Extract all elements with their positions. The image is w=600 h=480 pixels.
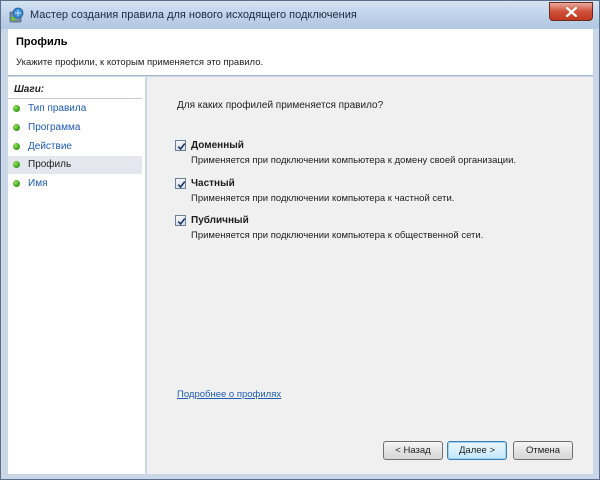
page-subtitle: Укажите профили, к которым применяется э…	[16, 57, 264, 68]
green-dot-icon	[13, 161, 20, 168]
sidebar-item-label: Программа	[28, 122, 81, 133]
domain-description: Применяется при подключении компьютера к…	[191, 155, 517, 166]
next-button[interactable]: Далее >	[447, 441, 507, 460]
close-button[interactable]	[549, 2, 593, 21]
learn-more-profiles-link[interactable]: Подробнее о профилях	[177, 389, 281, 400]
option-public: Публичный Применяется при подключении ко…	[175, 215, 575, 245]
sidebar-item-action[interactable]: Действие	[8, 138, 142, 156]
checkmark-icon	[177, 181, 186, 189]
checkmark-icon	[177, 143, 186, 151]
green-dot-icon	[13, 180, 20, 187]
page-header: Профиль Укажите профили, к которым приме…	[8, 29, 593, 76]
domain-checkbox[interactable]	[175, 140, 186, 151]
sidebar-item-program[interactable]: Программа	[8, 119, 142, 137]
option-domain: Доменный Применяется при подключении ком…	[175, 140, 575, 170]
main-panel: Для каких профилей применяется правило? …	[147, 77, 593, 474]
wizard-window: Мастер создания правила для нового исход…	[0, 0, 600, 480]
sidebar-item-label: Действие	[28, 141, 72, 152]
window-frame-right	[593, 29, 599, 479]
checkmark-icon	[177, 218, 186, 226]
private-checkbox[interactable]	[175, 178, 186, 189]
window-title: Мастер создания правила для нового исход…	[30, 9, 357, 21]
sidebar-item-profile[interactable]: Профиль	[8, 156, 142, 174]
private-label[interactable]: Частный	[191, 178, 235, 189]
private-description: Применяется при подключении компьютера к…	[191, 193, 455, 204]
sidebar-item-label: Имя	[28, 178, 48, 189]
sidebar-item-label: Тип правила	[28, 103, 87, 114]
public-checkbox[interactable]	[175, 215, 186, 226]
cancel-button[interactable]: Отмена	[513, 441, 573, 460]
sidebar-item-name[interactable]: Имя	[8, 175, 142, 193]
firewall-wizard-icon	[9, 7, 25, 23]
sidebar-item-label: Профиль	[28, 159, 72, 170]
green-dot-icon	[13, 105, 20, 112]
steps-heading: Шаги:	[14, 84, 45, 95]
profiles-question: Для каких профилей применяется правило?	[177, 100, 384, 111]
close-icon	[565, 7, 578, 17]
page-title: Профиль	[16, 36, 68, 48]
sidebar-item-rule-type[interactable]: Тип правила	[8, 100, 142, 118]
title-bar[interactable]: Мастер создания правила для нового исход…	[1, 1, 599, 29]
steps-divider	[8, 98, 142, 99]
steps-sidebar: Шаги: Тип правила Программа Действие Про…	[8, 77, 145, 474]
public-label[interactable]: Публичный	[191, 215, 249, 226]
option-private: Частный Применяется при подключении комп…	[175, 178, 575, 208]
domain-label[interactable]: Доменный	[191, 140, 244, 151]
back-button[interactable]: < Назад	[383, 441, 443, 460]
public-description: Применяется при подключении компьютера к…	[191, 230, 484, 241]
green-dot-icon	[13, 124, 20, 131]
green-dot-icon	[13, 143, 20, 150]
